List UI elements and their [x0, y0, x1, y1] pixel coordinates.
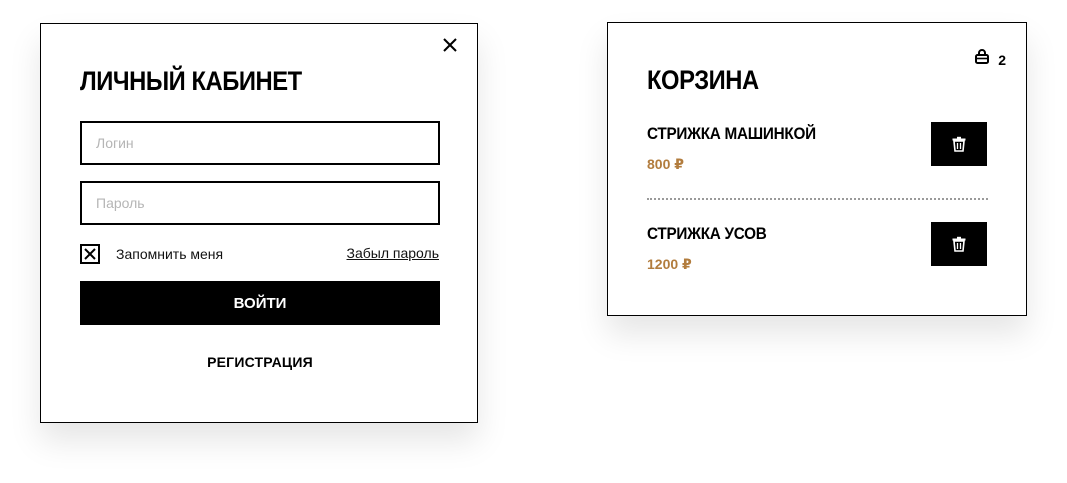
- cart-indicator[interactable]: 2: [974, 49, 1006, 70]
- close-icon[interactable]: [441, 36, 459, 54]
- login-title: ЛИЧНЫЙ КАБИНЕТ: [80, 66, 302, 96]
- login-input[interactable]: [80, 121, 440, 165]
- password-input[interactable]: [80, 181, 440, 225]
- delete-item-button[interactable]: [931, 122, 987, 166]
- delete-item-button[interactable]: [931, 222, 987, 266]
- trash-icon: [952, 236, 966, 252]
- item-divider: [647, 198, 988, 200]
- cart-item: СТРИЖКА УСОВ 1200 ₽: [647, 222, 987, 284]
- cart-item-name: СТРИЖКА УСОВ: [647, 224, 767, 243]
- cart-item-price: 800 ₽: [647, 156, 684, 172]
- cart-panel: 2 КОРЗИНА СТРИЖКА МАШИНКОЙ 800 ₽ СТРИЖКА…: [607, 22, 1027, 316]
- basket-icon: [974, 49, 990, 70]
- remember-checkbox[interactable]: [80, 244, 100, 264]
- cart-count: 2: [998, 51, 1006, 68]
- remember-me-toggle[interactable]: Запомнить меня: [80, 244, 223, 264]
- login-modal: ЛИЧНЫЙ КАБИНЕТ Запомнить меня Забыл паро…: [40, 23, 478, 423]
- page: ЛИЧНЫЙ КАБИНЕТ Запомнить меня Забыл паро…: [0, 0, 1067, 483]
- trash-icon: [952, 136, 966, 152]
- cart-title: КОРЗИНА: [647, 65, 759, 95]
- login-button[interactable]: ВОЙТИ: [80, 281, 440, 325]
- register-link[interactable]: РЕГИСТРАЦИЯ: [80, 354, 440, 370]
- check-x-icon: [84, 248, 96, 260]
- forgot-password-link[interactable]: Забыл пароль: [347, 245, 439, 261]
- cart-item-price: 1200 ₽: [647, 256, 692, 272]
- cart-item-name: СТРИЖКА МАШИНКОЙ: [647, 124, 816, 143]
- cart-item: СТРИЖКА МАШИНКОЙ 800 ₽: [647, 122, 987, 184]
- remember-label: Запомнить меня: [116, 246, 224, 262]
